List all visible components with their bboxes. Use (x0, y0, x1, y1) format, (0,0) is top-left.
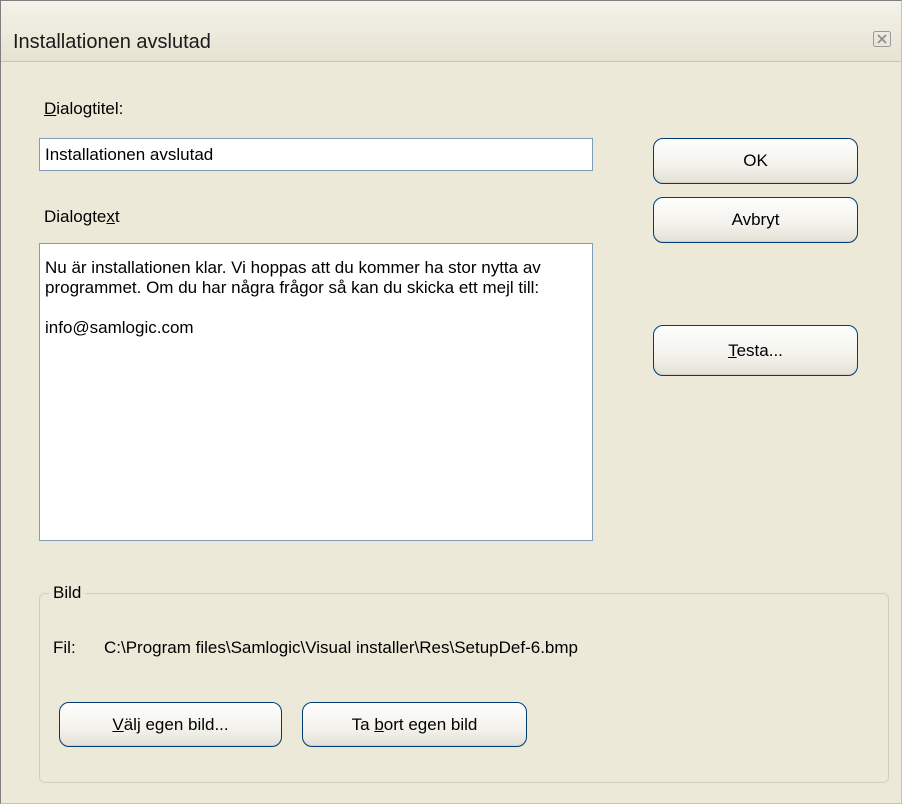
close-icon[interactable] (873, 31, 891, 47)
dialog-title-label: Dialogtitel: (44, 99, 124, 118)
cancel-button-label: Avbryt (731, 210, 780, 229)
choose-image-button-label: Välj egen bild... (112, 714, 229, 734)
choose-image-button[interactable]: Välj egen bild... (59, 702, 282, 747)
dialog-text-value: Nu är installationen klar. Vi hoppas att… (45, 258, 541, 337)
title-bar: Installationen avslutad (1, 1, 901, 62)
test-button[interactable]: Testa... (653, 325, 858, 376)
remove-image-button[interactable]: Ta bort egen bild (302, 702, 527, 747)
file-label: Fil: (53, 638, 76, 657)
installation-finished-dialog: Installationen avslutad Dialogtitel: Ins… (0, 0, 902, 804)
test-button-label: Testa... (728, 340, 783, 360)
dialog-text-label: Dialogtext (44, 207, 120, 226)
remove-image-button-label: Ta bort egen bild (351, 714, 478, 734)
image-group-legend: Bild (49, 583, 86, 603)
ok-button-label: OK (743, 151, 768, 170)
dialog-title-value: Installationen avslutad (45, 145, 214, 164)
window-title: Installationen avslutad (13, 31, 211, 53)
file-path: C:\Program files\Samlogic\Visual install… (104, 638, 578, 657)
dialog-text-textarea[interactable]: Nu är installationen klar. Vi hoppas att… (39, 243, 593, 541)
image-groupbox (39, 593, 889, 783)
cancel-button[interactable]: Avbryt (653, 197, 858, 243)
dialog-title-input[interactable]: Installationen avslutad (39, 138, 593, 171)
ok-button[interactable]: OK (653, 138, 858, 184)
